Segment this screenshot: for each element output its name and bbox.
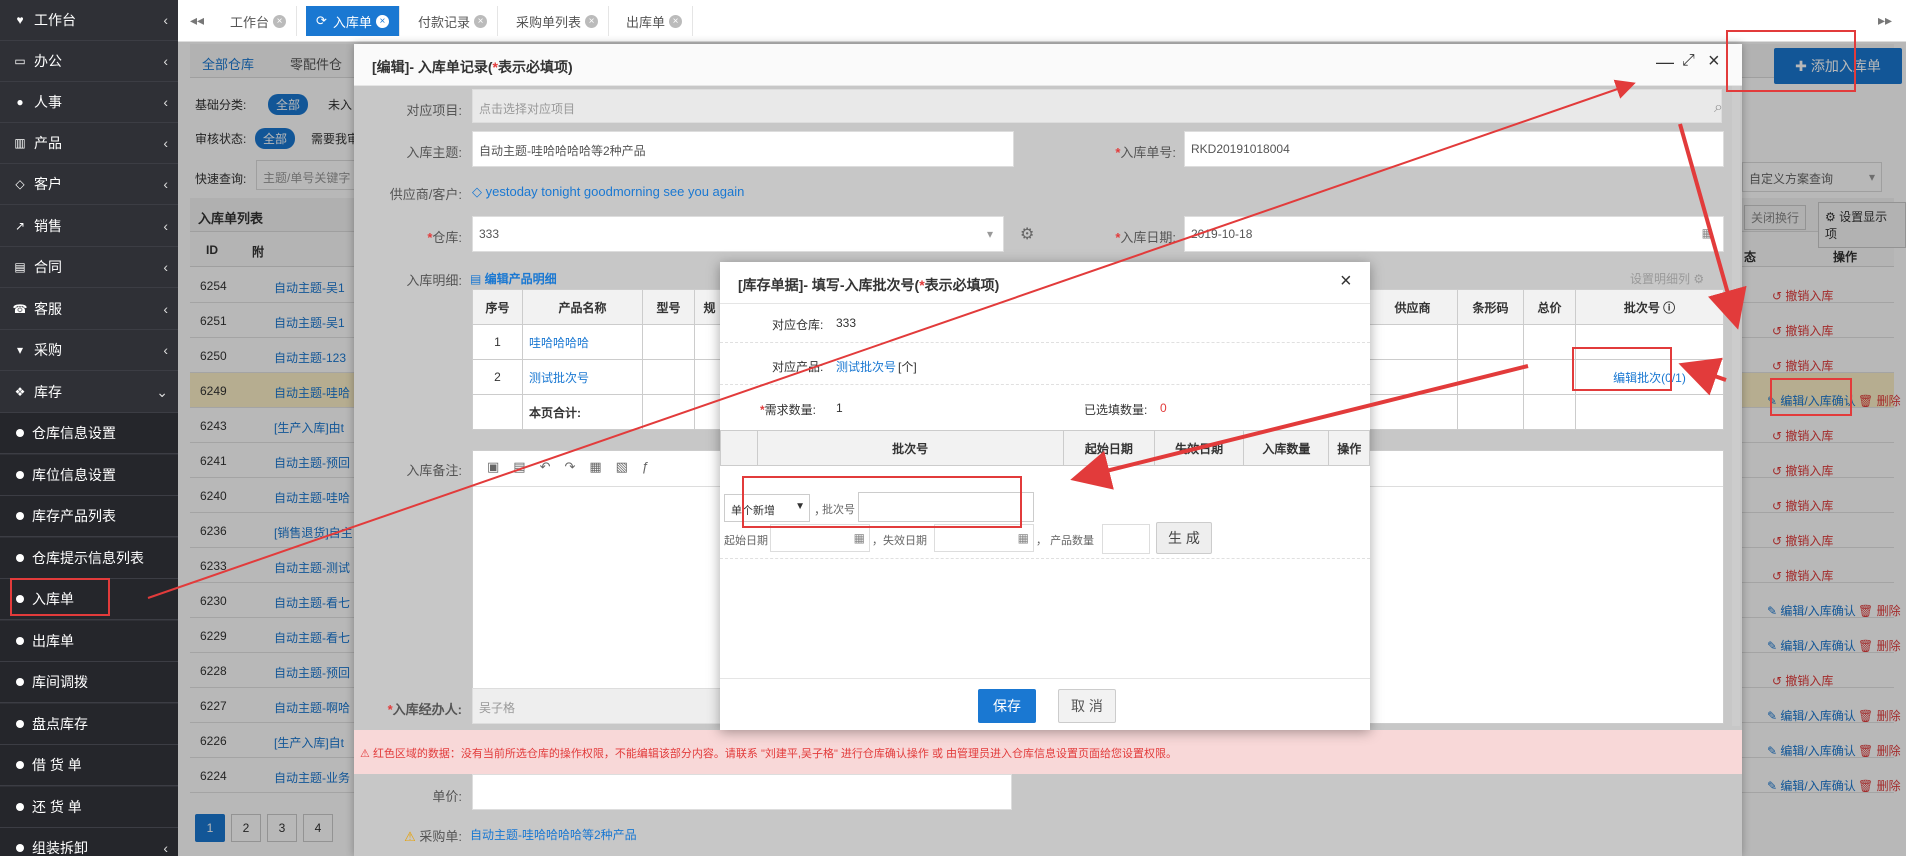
annotation-arrow xyxy=(147,79,1636,599)
annotation-arrow xyxy=(1678,357,1727,396)
annotation-arrow xyxy=(1070,364,1529,490)
annotation-arrows xyxy=(147,79,1747,599)
annotation-arrow xyxy=(1678,123,1747,330)
